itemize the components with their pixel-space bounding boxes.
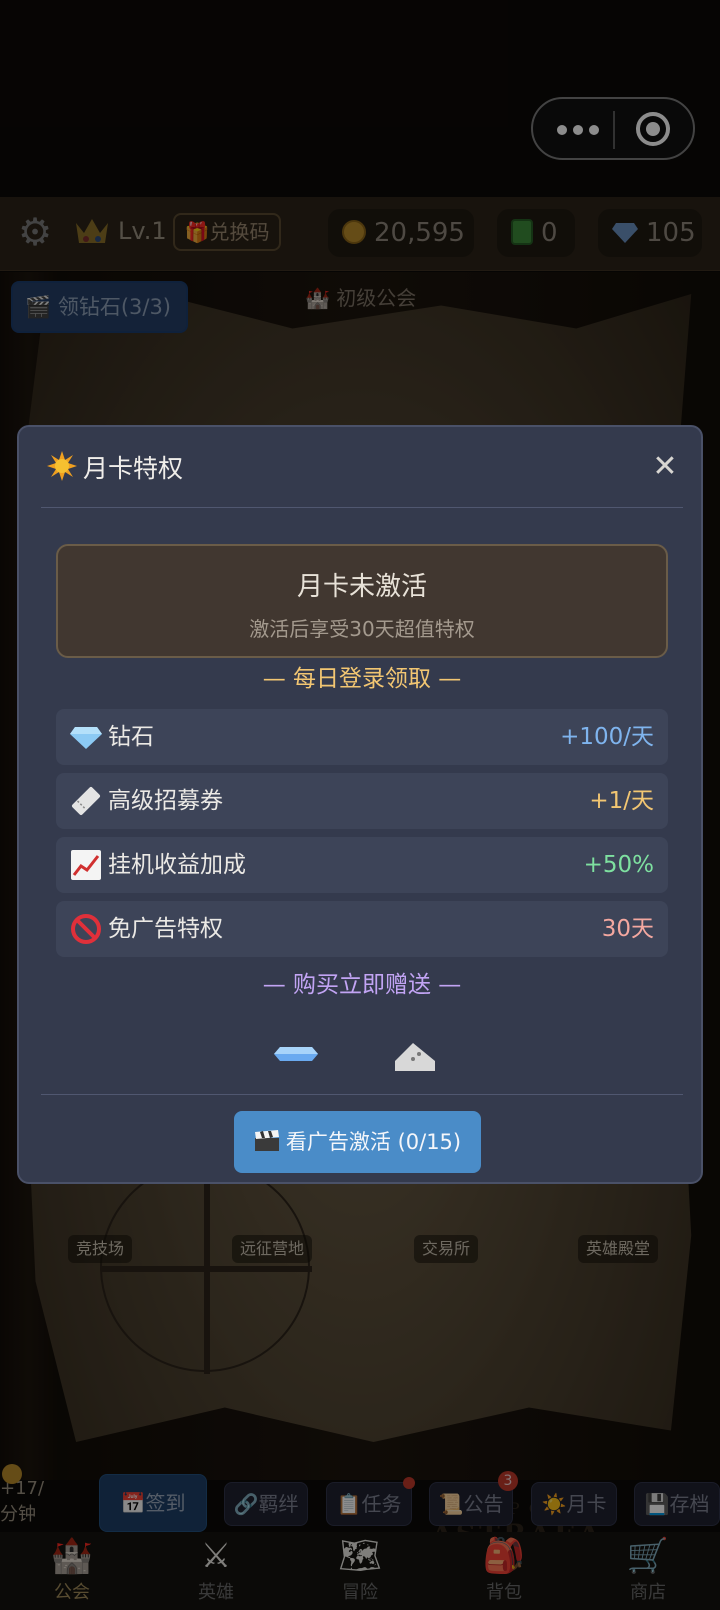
perk-row-idle-bonus: 挂机收益加成 +50% bbox=[56, 837, 668, 893]
footer-divider bbox=[41, 1094, 683, 1095]
chart-up-icon bbox=[71, 850, 101, 880]
status-subtitle: 激活后享受30天超值特权 bbox=[249, 617, 475, 641]
perk-value: +100/天 bbox=[560, 724, 654, 750]
perk-label: 钻石 bbox=[108, 724, 154, 750]
perk-value: +50% bbox=[583, 852, 654, 878]
no-ads-icon bbox=[71, 914, 101, 944]
sun-icon bbox=[47, 451, 77, 481]
modal-title: 月卡特权 bbox=[47, 449, 183, 485]
perk-row-diamond: 钻石 +100/天 bbox=[56, 709, 668, 765]
diamond-bonus-icon bbox=[274, 1047, 318, 1061]
perk-value: 30天 bbox=[601, 916, 654, 942]
diamond-icon bbox=[70, 727, 102, 749]
perk-label: 挂机收益加成 bbox=[108, 852, 246, 878]
purchase-bonus-heading: — 购买立即赠送 — bbox=[262, 972, 462, 998]
clapperboard-icon bbox=[254, 1130, 279, 1151]
watch-ad-activate-button[interactable]: 看广告激活 (0/15) bbox=[234, 1111, 481, 1173]
modal-title-text: 月卡特权 bbox=[83, 454, 184, 483]
daily-reward-heading: — 每日登录领取 — bbox=[262, 666, 462, 692]
ticket-icon bbox=[71, 786, 101, 816]
card-status-panel: 月卡未激活 激活后享受30天超值特权 bbox=[56, 544, 668, 658]
perk-value: +1/天 bbox=[589, 788, 654, 814]
purchase-bonus-icons bbox=[19, 1037, 705, 1077]
status-title: 月卡未激活 bbox=[296, 572, 427, 602]
header-divider bbox=[41, 507, 683, 508]
close-icon[interactable]: ✕ bbox=[647, 449, 683, 485]
perk-label: 高级招募券 bbox=[108, 788, 223, 814]
perk-label: 免广告特权 bbox=[108, 916, 223, 942]
perk-row-recruit-ticket: 高级招募券 +1/天 bbox=[56, 773, 668, 829]
activate-button-label: 看广告激活 (0/15) bbox=[285, 1130, 462, 1154]
perk-row-no-ads: 免广告特权 30天 bbox=[56, 901, 668, 957]
monthly-card-modal: 月卡特权 ✕ 月卡未激活 激活后享受30天超值特权 — 每日登录领取 — 钻石 … bbox=[17, 425, 703, 1184]
ticket-bonus-icon bbox=[395, 1043, 435, 1071]
